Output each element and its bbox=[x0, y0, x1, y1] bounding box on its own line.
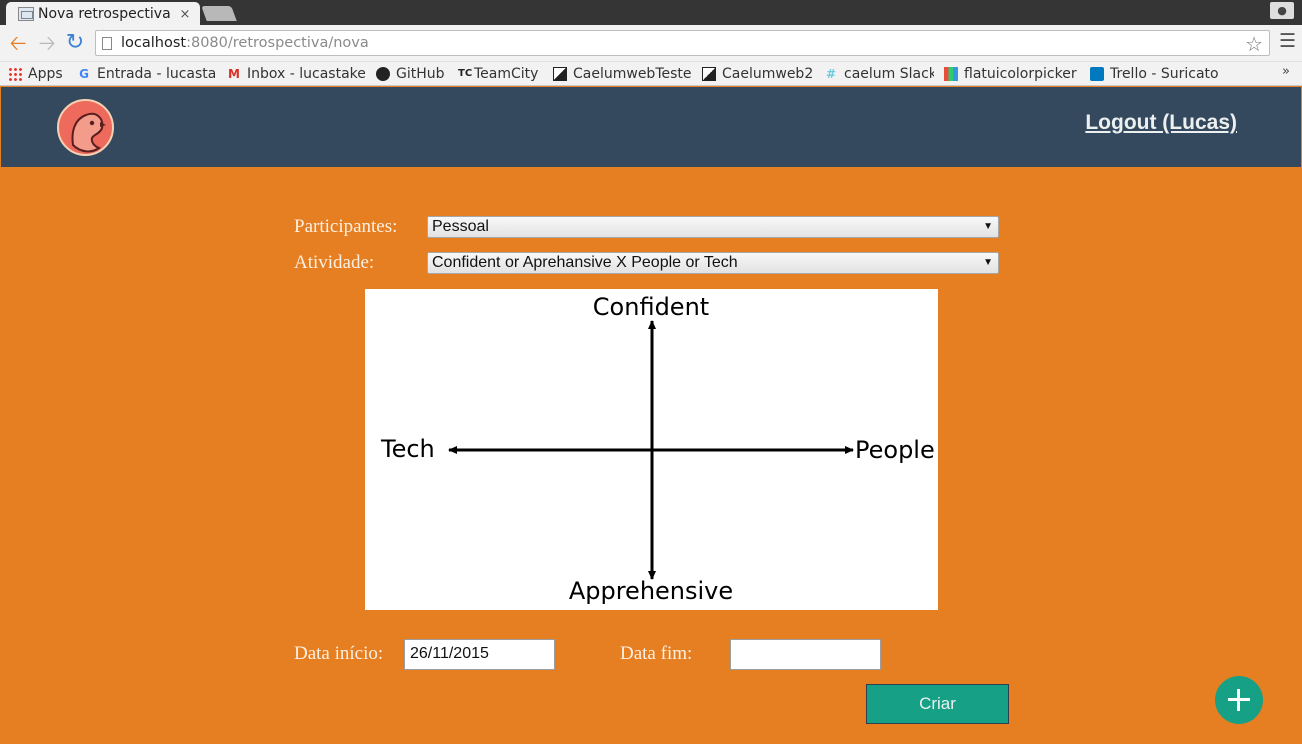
diagram-label-top: Confident bbox=[593, 293, 709, 321]
atividade-select[interactable]: Confident or Aprehansive X People or Tec… bbox=[427, 252, 999, 274]
browser-toolbar: 🡠 🡢 ↻ localhost:8080/retrospectiva/nova … bbox=[0, 25, 1302, 62]
atividade-selected-value: Confident or Aprehansive X People or Tec… bbox=[432, 254, 738, 271]
bookmark-entrada[interactable]: G Entrada - lucastal bbox=[77, 64, 215, 84]
participantes-selected-value: Pessoal bbox=[432, 218, 489, 235]
bookmark-caelumweb2[interactable]: Caelumweb2 bbox=[702, 64, 814, 84]
caelum-icon bbox=[553, 67, 567, 81]
reload-icon[interactable]: ↻ bbox=[63, 30, 87, 56]
logout-link[interactable]: Logout (Lucas) bbox=[1085, 111, 1237, 135]
app-header: Logout (Lucas) bbox=[1, 87, 1301, 167]
page-icon bbox=[102, 36, 112, 50]
teamcity-icon: TC bbox=[458, 68, 473, 79]
diagram-label-left: Tech bbox=[380, 435, 435, 463]
data-inicio-input[interactable]: 26/11/2015 bbox=[404, 639, 555, 670]
browser-tab[interactable]: Nova retrospectiva × bbox=[6, 2, 200, 26]
page-favicon-icon bbox=[18, 7, 34, 21]
tab-title: Nova retrospectiva bbox=[38, 6, 171, 22]
gmail-icon: M bbox=[228, 67, 240, 81]
bookmark-inbox[interactable]: M Inbox - lucastakes bbox=[227, 64, 365, 84]
address-bar[interactable]: localhost:8080/retrospectiva/nova ☆ bbox=[95, 30, 1270, 56]
activity-diagram: Confident Apprehensive Tech People bbox=[365, 289, 938, 610]
bookmark-caelum-slack[interactable]: # caelum Slack bbox=[824, 64, 934, 84]
trello-icon bbox=[1090, 67, 1104, 81]
bookmark-star-icon[interactable]: ☆ bbox=[1245, 32, 1263, 56]
new-tab-button[interactable] bbox=[201, 6, 237, 21]
apps-grid-icon bbox=[8, 67, 22, 81]
slack-icon: # bbox=[825, 67, 837, 81]
browser-tabstrip: Nova retrospectiva × ● bbox=[0, 0, 1302, 26]
bookmarks-bar: Apps G Entrada - lucastal M Inbox - luca… bbox=[0, 62, 1302, 86]
url-host: localhost bbox=[121, 35, 187, 51]
atividade-label: Atividade: bbox=[294, 252, 375, 273]
forward-arrow-icon[interactable]: 🡢 bbox=[35, 30, 59, 56]
add-fab-button[interactable] bbox=[1215, 676, 1263, 724]
quadrant-diagram: Confident Apprehensive Tech People bbox=[380, 293, 935, 605]
app-logo[interactable] bbox=[57, 99, 114, 156]
url-path: :8080/retrospectiva/nova bbox=[186, 35, 369, 51]
diagram-label-bottom: Apprehensive bbox=[569, 577, 733, 605]
dropdown-arrow-icon: ▼ bbox=[983, 221, 993, 232]
bookmark-apps[interactable]: Apps bbox=[8, 64, 68, 84]
criar-button[interactable]: Criar bbox=[866, 684, 1009, 724]
bookmark-github[interactable]: GitHub bbox=[376, 64, 448, 84]
bookmark-flatuicolorpicker[interactable]: flatuicolorpicker bbox=[944, 64, 1080, 84]
close-tab-icon[interactable]: × bbox=[178, 7, 192, 22]
logo-bird-icon bbox=[71, 112, 106, 153]
bookmark-trello[interactable]: Trello - Suricato bbox=[1090, 64, 1220, 84]
caelum-icon bbox=[702, 67, 716, 81]
github-icon bbox=[376, 67, 390, 81]
profile-icon[interactable]: ● bbox=[1270, 2, 1294, 19]
bookmark-teamcity[interactable]: TC TeamCity bbox=[458, 64, 544, 84]
diagram-label-right: People bbox=[855, 436, 935, 464]
data-inicio-label: Data início: bbox=[294, 643, 384, 664]
participantes-select[interactable]: Pessoal ▼ bbox=[427, 216, 999, 238]
back-arrow-icon[interactable]: 🡠 bbox=[6, 30, 30, 56]
dropdown-arrow-icon: ▼ bbox=[983, 257, 993, 268]
participantes-label: Participantes: bbox=[294, 216, 398, 237]
data-fim-input[interactable] bbox=[730, 639, 881, 670]
google-icon: G bbox=[79, 67, 89, 81]
browser-menu-icon[interactable]: ☰ bbox=[1279, 30, 1296, 52]
bookmarks-overflow-icon[interactable]: » bbox=[1282, 64, 1290, 79]
data-fim-label: Data fim: bbox=[620, 643, 693, 664]
colorpicker-icon bbox=[944, 67, 958, 81]
bookmark-caelumwebteste[interactable]: CaelumwebTeste bbox=[553, 64, 693, 84]
